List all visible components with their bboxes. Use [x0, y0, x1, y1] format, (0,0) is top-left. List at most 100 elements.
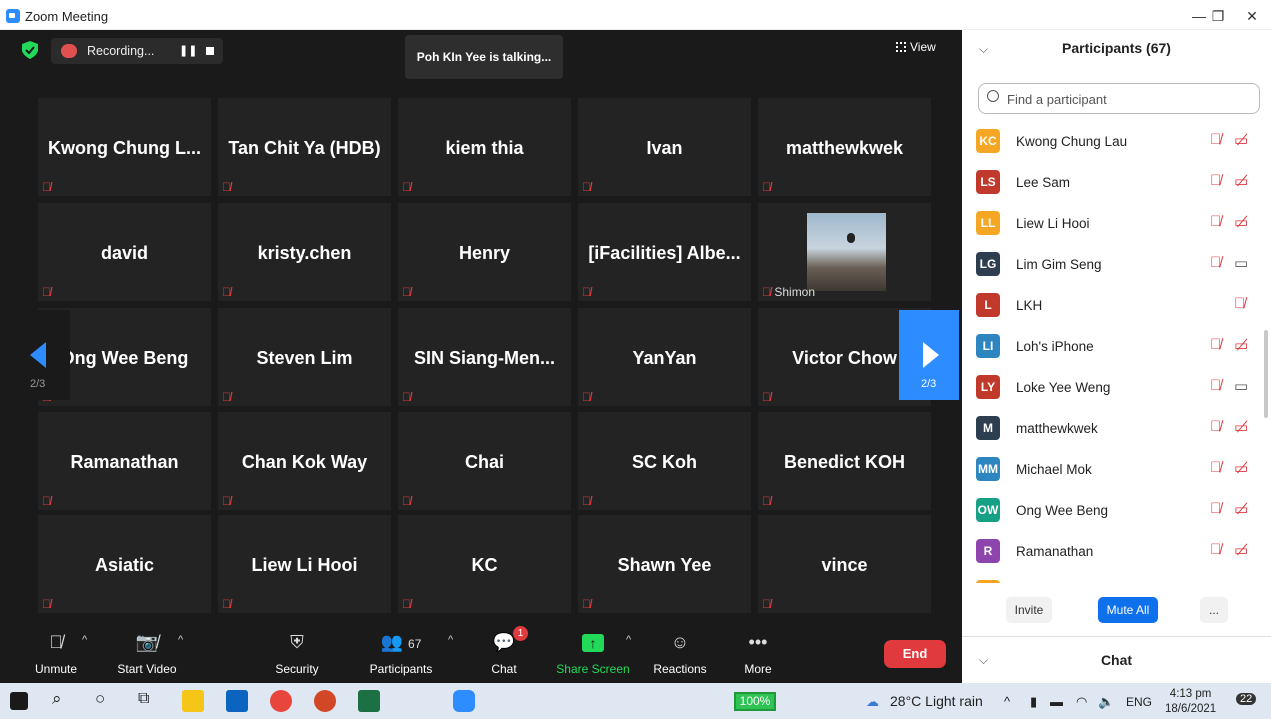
participant-row[interactable]: OW Ong Wee Beng 🎙̸ ▭̸ — [962, 491, 1262, 532]
next-page-button[interactable]: 2/3 — [899, 310, 959, 400]
video-tile[interactable]: kiem thia 🎙̸ — [398, 98, 571, 196]
muted-mic-icon: 🎙̸ — [222, 285, 231, 299]
video-tile[interactable]: Henry 🎙̸ — [398, 203, 571, 301]
tile-name: Liew Li Hooi — [251, 555, 358, 575]
muted-mic-icon: 🎙̸ — [1210, 377, 1222, 394]
video-tile[interactable]: Benedict KOH 🎙̸ — [758, 412, 931, 510]
task-view-icon[interactable]: ⧉ — [138, 690, 149, 708]
chat-unread-badge: 1 — [513, 626, 528, 641]
participant-row-partial[interactable] — [962, 573, 1262, 583]
video-tile[interactable]: Ramanathan 🎙̸ — [38, 412, 211, 510]
security-shield-icon[interactable] — [22, 41, 38, 59]
weather-label[interactable]: 28°C Light rain — [890, 693, 983, 709]
video-tile[interactable]: KC 🎙̸ — [398, 515, 571, 613]
video-tile[interactable]: SC Koh 🎙̸ — [578, 412, 751, 510]
video-tile[interactable]: Ivan 🎙̸ — [578, 98, 751, 196]
panel-more-button[interactable]: ... — [1200, 597, 1228, 623]
weather-icon: ☁ — [866, 694, 879, 709]
chat-button[interactable]: 💬 1 Chat — [486, 626, 528, 676]
search-icon[interactable]: ⌕ — [52, 689, 62, 709]
network-icon[interactable]: ▬ — [1050, 694, 1063, 709]
share-screen-button[interactable]: ↑ Share Screen — [555, 630, 631, 676]
participant-row[interactable]: MM Michael Mok 🎙̸ ▭̸ — [962, 450, 1262, 491]
video-tile-camera[interactable]: 🎙̸ Shimon — [758, 203, 931, 301]
video-tile[interactable]: Chan Kok Way 🎙̸ — [218, 412, 391, 510]
mute-all-button[interactable]: Mute All — [1098, 597, 1158, 623]
video-tile[interactable]: kristy.chen 🎙̸ — [218, 203, 391, 301]
video-tile[interactable]: Liew Li Hooi 🎙̸ — [218, 515, 391, 613]
tile-name: Asiatic — [94, 555, 155, 575]
video-tile[interactable]: Asiatic 🎙̸ — [38, 515, 211, 613]
participants-options-caret[interactable]: ^ — [448, 634, 453, 646]
participant-search[interactable] — [978, 83, 1260, 114]
muted-mic-icon: 🎙̸ — [1210, 254, 1222, 271]
excel-icon[interactable] — [358, 690, 380, 712]
video-tile[interactable]: Tan Chit Ya (HDB) 🎙̸ — [218, 98, 391, 196]
window-titlebar: Zoom Meeting — ❐ ✕ — [0, 0, 1271, 30]
more-button[interactable]: ••• More — [740, 630, 776, 676]
participant-row[interactable]: KC Kwong Chung Lau 🎙̸ ▭̸ — [962, 122, 1262, 163]
battery-indicator[interactable]: 100% — [734, 692, 776, 711]
muted-mic-icon: 🎙̸ — [1210, 459, 1222, 476]
participant-row[interactable]: M matthewkwek 🎙̸ ▭̸ — [962, 409, 1262, 450]
file-explorer-icon[interactable] — [182, 690, 204, 712]
participants-icon: 👥 67 — [380, 632, 422, 652]
participant-row[interactable]: L LKH 🎙̸ — [962, 286, 1262, 327]
pause-recording-button[interactable]: ❚❚ — [179, 44, 197, 57]
notification-count-badge[interactable]: 22 — [1236, 693, 1257, 705]
volume-icon[interactable]: 🔈 — [1098, 694, 1114, 710]
language-indicator[interactable]: ENG — [1126, 695, 1152, 709]
invite-button[interactable]: Invite — [1006, 597, 1052, 623]
video-tile[interactable]: Steven Lim 🎙̸ — [218, 308, 391, 406]
audio-options-caret[interactable]: ^ — [82, 634, 87, 646]
chrome-icon[interactable] — [270, 690, 292, 712]
video-tile[interactable]: david 🎙̸ — [38, 203, 211, 301]
zoom-taskbar-icon[interactable] — [453, 690, 475, 712]
participant-row[interactable]: LI Loh's iPhone 🎙̸ ▭̸ — [962, 327, 1262, 368]
restore-button[interactable]: ❐ — [1203, 6, 1233, 26]
participant-row[interactable]: R Ramanathan 🎙̸ ▭̸ — [962, 532, 1262, 573]
participant-row[interactable]: LL Liew Li Hooi 🎙̸ ▭̸ — [962, 204, 1262, 245]
participant-row[interactable]: LS Lee Sam 🎙̸ ▭̸ — [962, 163, 1262, 204]
participant-search-input[interactable] — [1007, 89, 1247, 109]
show-hidden-icons-icon[interactable]: ^ — [1004, 694, 1010, 709]
unmute-button[interactable]: 🎙̸ Unmute — [34, 630, 78, 676]
tile-name: Ivan — [646, 138, 683, 158]
clock-time: 4:13 pm — [1169, 688, 1212, 700]
video-tile[interactable]: vince 🎙̸ — [758, 515, 931, 613]
view-button[interactable]: View — [896, 40, 936, 54]
participant-row[interactable]: LG Lim Gim Seng 🎙̸ ▭ — [962, 245, 1262, 286]
clock[interactable]: 4:13 pm 18/6/2021 — [1165, 687, 1216, 717]
video-tile[interactable]: Shawn Yee 🎙̸ — [578, 515, 751, 613]
windows-start-icon[interactable] — [10, 692, 28, 710]
video-tile[interactable]: Chai 🎙̸ — [398, 412, 571, 510]
share-options-caret[interactable]: ^ — [626, 634, 631, 646]
chat-panel-header[interactable]: ⌵ Chat — [962, 636, 1271, 683]
muted-mic-icon: 🎙̸ — [42, 597, 51, 611]
start-video-button[interactable]: 📷̸ Start Video — [114, 630, 180, 676]
expand-chat-chevron-icon[interactable]: ⌵ — [979, 637, 988, 684]
close-button[interactable]: ✕ — [1237, 6, 1267, 26]
previous-page-button[interactable]: 2/3 — [0, 310, 70, 400]
video-tile[interactable]: [iFacilities] Albe... 🎙̸ — [578, 203, 751, 301]
wifi-icon[interactable]: ◠ — [1076, 694, 1087, 710]
video-tile[interactable]: matthewkwek 🎙̸ — [758, 98, 931, 196]
outlook-icon[interactable] — [226, 690, 248, 712]
muted-mic-icon: 🎙̸ — [582, 494, 591, 508]
powerpoint-icon[interactable] — [314, 690, 336, 712]
participants-scrollbar[interactable] — [1264, 330, 1268, 418]
participant-video-image — [807, 213, 886, 291]
avatar: OW — [976, 498, 1000, 522]
tray-device-icon[interactable]: ▮ — [1030, 694, 1037, 710]
video-tile[interactable]: YanYan 🎙̸ — [578, 308, 751, 406]
end-meeting-button[interactable]: End — [884, 640, 946, 668]
video-tile[interactable]: SIN Siang-Men... 🎙̸ — [398, 308, 571, 406]
video-options-caret[interactable]: ^ — [178, 634, 183, 646]
reactions-button[interactable]: ☺ Reactions — [652, 630, 708, 676]
participants-button[interactable]: 👥 67 Participants — [366, 630, 436, 676]
security-button[interactable]: ⛨ Security — [272, 630, 322, 676]
stop-recording-button[interactable] — [206, 47, 214, 55]
cortana-icon[interactable]: ○ — [95, 689, 105, 709]
video-tile[interactable]: Kwong Chung L... 🎙̸ — [38, 98, 211, 196]
participant-row[interactable]: LY Loke Yee Weng 🎙̸ ▭ — [962, 368, 1262, 409]
